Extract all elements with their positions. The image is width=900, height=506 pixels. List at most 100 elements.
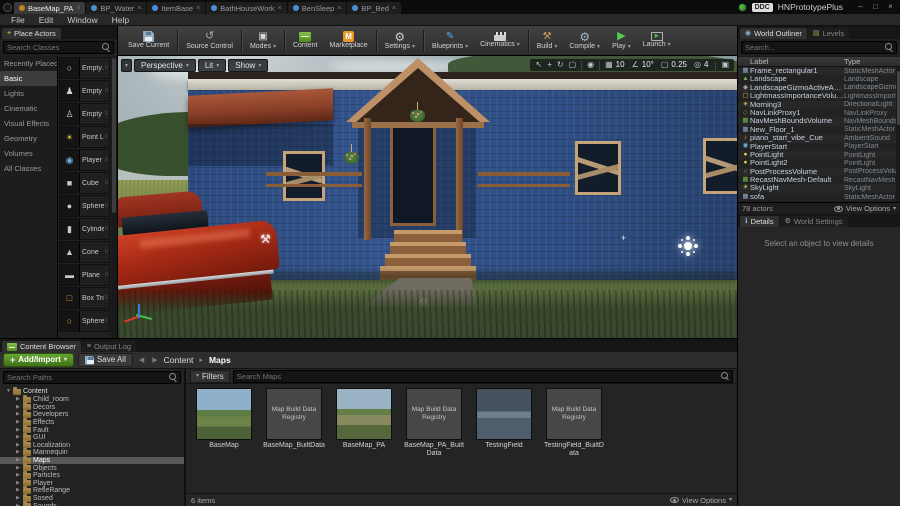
close-tab-icon[interactable]	[337, 5, 341, 12]
outliner-scrollbar[interactable]	[896, 67, 900, 202]
asset-tile-basemap[interactable]: BaseMap	[192, 388, 256, 450]
tab-output-log[interactable]: Output Log	[81, 341, 137, 352]
asset-view-options[interactable]: View Options ▾	[669, 496, 732, 505]
outliner-row[interactable]: RecastNavMesh-Default RecastNavMesh	[738, 176, 900, 185]
folder-reflerange[interactable]: ▶ RefleRange	[0, 485, 184, 495]
folder-developers[interactable]: ▶ Developers	[0, 409, 184, 419]
camera-speed-value[interactable]: 4	[704, 60, 712, 70]
grid-snap-value[interactable]: 10	[616, 60, 629, 70]
compile-button[interactable]: Compile▾	[563, 26, 606, 55]
outliner-row[interactable]: PlayerStart PlayerStart	[738, 142, 900, 151]
source-control-button[interactable]: Source Control	[180, 26, 239, 55]
category-volumes[interactable]: Volumes	[0, 146, 57, 161]
menu-help[interactable]: Help	[105, 14, 136, 26]
folder-fault[interactable]: ▶ Fault	[0, 425, 184, 434]
placeable-plane[interactable]: Plane ≡	[59, 264, 110, 286]
folder-objects[interactable]: ▶ Objects	[0, 463, 184, 472]
close-tab-icon[interactable]	[196, 5, 200, 12]
tab-details[interactable]: Details	[740, 216, 779, 227]
outliner-row[interactable]: sofa StaticMeshActor	[738, 192, 900, 202]
placeable-cylinder[interactable]: Cylinder≡	[59, 218, 110, 240]
placeable-sphere[interactable]: Sphere≡	[59, 195, 110, 217]
grid-snap-icon[interactable]: ▦	[603, 60, 615, 70]
folder-particles[interactable]: ▶ Particles	[0, 470, 184, 480]
placeable-box-trigger[interactable]: Box Trigge≡	[59, 287, 110, 309]
tab-place-actors[interactable]: Place Actors	[2, 28, 61, 39]
placeable-cube[interactable]: Cube ≡	[59, 172, 110, 194]
asset-tile-testingfield[interactable]: TestingField	[472, 388, 536, 450]
placeable-cone[interactable]: Cone ≡	[59, 241, 110, 263]
folder-mannequin[interactable]: ▶ Mannequin	[0, 447, 184, 457]
viewport-canvas[interactable]: ▾ Perspective▾ Lit▾ Show▾ ↖ + ↻ ▢ ◉ ▦ 10…	[118, 56, 737, 338]
marketplace-button[interactable]: Marketplace	[324, 26, 374, 55]
asset-tab[interactable]: BP_Water	[86, 2, 147, 14]
world-local-toggle-icon[interactable]: ◉	[585, 60, 596, 70]
close-tab-icon[interactable]	[278, 5, 282, 12]
folder-effects[interactable]: ▶ Effects	[0, 417, 184, 427]
close-tab-icon[interactable]	[76, 5, 80, 12]
breadcrumb-maps[interactable]: Maps	[209, 355, 231, 365]
modes-button[interactable]: Modes▾	[244, 26, 282, 55]
placeable-sphere-trigger[interactable]: Sphere Tri≡	[59, 310, 110, 332]
settings-button[interactable]: Settings▾	[379, 26, 421, 55]
perspective-button[interactable]: Perspective ▾	[134, 59, 196, 72]
outliner-view-options[interactable]: View Options ▾	[833, 204, 896, 213]
rotation-snap-icon[interactable]: ∠	[630, 60, 641, 70]
outliner-row[interactable]: NavMeshBoundsVolume NavMeshBoundsVol	[738, 117, 900, 126]
category-geometry[interactable]: Geometry	[0, 131, 57, 146]
folder-child_room[interactable]: ▶ Child_room	[0, 394, 184, 404]
asset-tile-basemap-pa-builtdata[interactable]: Map Build Data Registry BaseMap_PA_Built…	[402, 388, 466, 458]
scale-tool-icon[interactable]: ▢	[567, 60, 579, 70]
back-arrow-icon[interactable]: ◀	[137, 356, 146, 364]
place-actors-scrollbar[interactable]	[111, 56, 117, 338]
placeable-empty-pawn[interactable]: Empty Paw≡	[59, 103, 110, 125]
maximize-button[interactable]: □	[869, 1, 882, 13]
asset-tile-testingfield-builtdata[interactable]: Map Build Data Registry TestingField_Bui…	[542, 388, 606, 458]
cinematics-button[interactable]: Cinematics ▾	[474, 26, 526, 55]
outliner-row[interactable]: SkyLight SkyLight	[738, 184, 900, 193]
outliner-search-input[interactable]	[745, 43, 883, 52]
outliner-row[interactable]: NavLinkProxy1 NavLinkProxy	[738, 108, 900, 118]
show-flags-button[interactable]: Show ▾	[228, 59, 269, 72]
asset-tab[interactable]: BathHouseWork	[206, 2, 287, 14]
tab-world-outliner[interactable]: World Outliner	[740, 28, 807, 39]
scale-snap-icon[interactable]: ▢	[659, 60, 671, 70]
rotation-snap-value[interactable]: 10°	[642, 60, 658, 70]
asset-tab[interactable]: BP_Bed	[347, 2, 402, 14]
placeable-player-start[interactable]: Player Sta≡	[59, 149, 110, 171]
outliner-row[interactable]: LightmassImportanceVolumeLightmassImport…	[738, 92, 900, 101]
blueprints-button[interactable]: Blueprints▾	[426, 26, 474, 55]
move-tool-icon[interactable]: +	[545, 60, 554, 70]
search-paths-input[interactable]	[7, 373, 167, 382]
outliner-row[interactable]: Morning3 DirectionalLight	[738, 100, 900, 109]
asset-tab[interactable]: ItemBase	[147, 2, 206, 14]
label-column-header[interactable]: Label	[750, 57, 844, 66]
menu-edit[interactable]: Edit	[32, 14, 61, 26]
category-visual-effects[interactable]: Visual Effects	[0, 116, 57, 131]
category-cinematic[interactable]: Cinematic	[0, 101, 57, 116]
outliner-row[interactable]: New_Floor_1 StaticMeshActor	[738, 125, 900, 135]
outliner-row[interactable]: PostProcessVolume PostProcessVolume	[738, 167, 900, 177]
forward-arrow-icon[interactable]: ▶	[150, 356, 159, 364]
placeable-empty-actor[interactable]: Empty Act≡	[59, 57, 110, 79]
save-all-button[interactable]: Save All	[77, 353, 133, 367]
select-tool-icon[interactable]: ↖	[533, 60, 544, 70]
folder-player[interactable]: ▶ Player	[0, 478, 184, 488]
rotate-tool-icon[interactable]: ↻	[555, 60, 566, 70]
launch-button[interactable]: Launch▾	[637, 26, 677, 55]
maximize-viewport-icon[interactable]: ▣	[719, 60, 731, 70]
folder-decors[interactable]: ▶ Decors	[0, 402, 184, 412]
outliner-row[interactable]: PointLight2 PointLight	[738, 159, 900, 168]
build-button[interactable]: Build▾	[531, 26, 564, 55]
viewport-options-button[interactable]: ▾	[121, 59, 133, 72]
asset-tab[interactable]: BaseMap_PA	[14, 2, 86, 14]
type-column-header[interactable]: Type	[844, 57, 900, 66]
outliner-row[interactable]: piano_start_vibe_Cue AmbientSound	[738, 134, 900, 143]
scale-snap-value[interactable]: 0.25	[671, 60, 691, 70]
search-classes-input[interactable]	[7, 43, 100, 52]
add-import-button[interactable]: + Add/Import ▾	[3, 353, 74, 367]
camera-speed-icon[interactable]: ◎	[692, 60, 703, 70]
outliner-row[interactable]: PointLight PointLight	[738, 150, 900, 160]
folder-gui[interactable]: ▶ GUI	[0, 432, 184, 442]
menu-window[interactable]: Window	[60, 14, 104, 26]
